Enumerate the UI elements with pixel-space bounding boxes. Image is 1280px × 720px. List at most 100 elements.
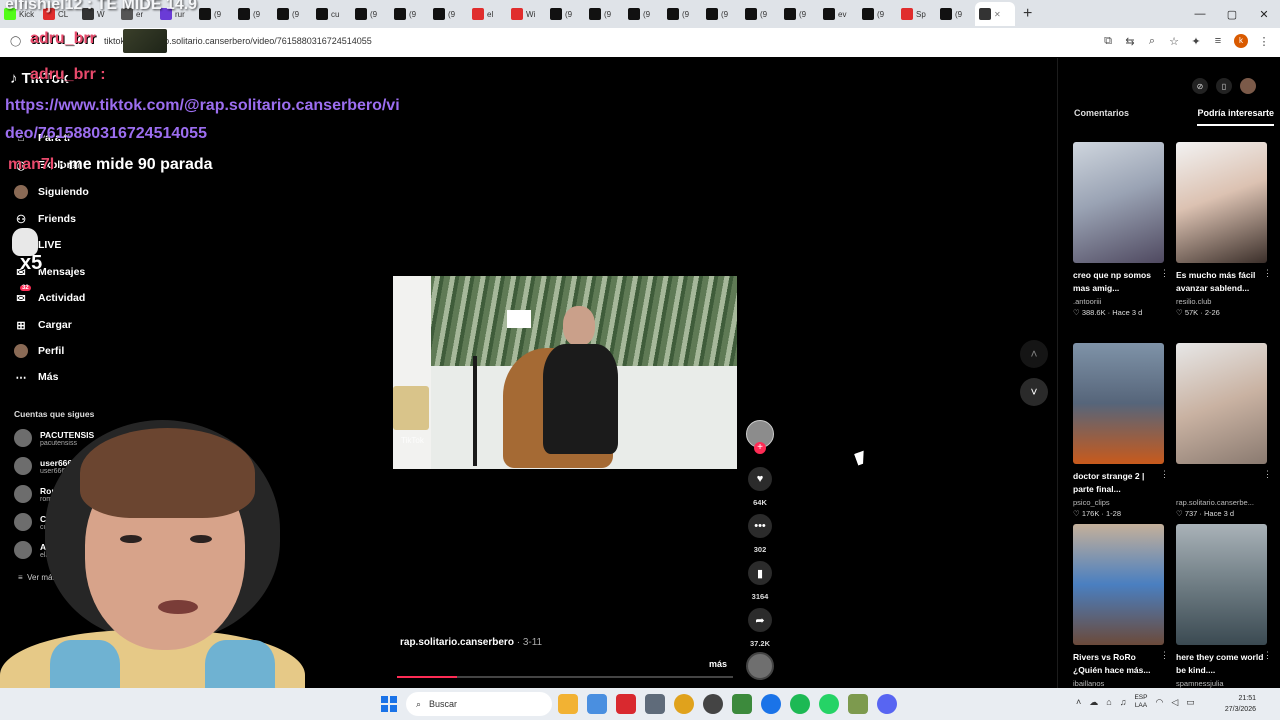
spotify-icon[interactable] [790,694,810,714]
chevron-up-tray-icon[interactable]: ˄ [1076,697,1081,707]
video-thumbnail[interactable] [1176,524,1267,645]
recommended-video-card[interactable]: ⋮ doctor strange 2 | parte final... psico_… [1073,343,1169,518]
browser-tab[interactable]: (9 [351,2,390,26]
recommended-video-card[interactable]: ⋮ Rivers vs RoRo ¿Quién hace más... ibaill… [1073,524,1169,688]
recommended-video-card[interactable]: ⋮ creo que np somos mas amig... .antooriii… [1073,142,1169,317]
browser-tab[interactable]: (9 [780,2,819,26]
browser-tab[interactable]: (9 [546,2,585,26]
discord-icon[interactable] [877,694,897,714]
more-options-icon[interactable]: ⋮ [1263,650,1272,661]
close-tab-icon[interactable]: ✕ [994,10,1001,19]
onedrive-icon[interactable]: ☁ [1089,697,1098,708]
office-icon[interactable] [616,694,636,714]
minimize-icon[interactable]: — [1184,8,1216,20]
new-tab-icon[interactable]: + [1023,5,1032,23]
device-icon[interactable]: ▯ [1216,78,1232,94]
video-thumbnail[interactable] [1176,343,1267,464]
windows-start-icon[interactable] [381,696,397,712]
browser-tab-active[interactable]: ✕ [975,2,1015,26]
more-options-icon[interactable]: ⋮ [1263,469,1272,480]
browser-tab[interactable]: Sp [897,2,936,26]
comment-icon[interactable]: ••• [748,514,772,538]
recommended-video-card[interactable]: ⋮ rap.solitario.canserbe... ♡ 737 · Hace 3… [1176,343,1272,518]
taskbar-clock[interactable]: 21:51 27/3/2026 [1225,693,1256,715]
obs-icon[interactable] [703,694,723,714]
bookmark-icon[interactable]: ▮ [748,561,772,585]
music-disc-icon[interactable] [746,652,774,680]
card-author[interactable]: resilio.club [1176,297,1268,306]
browser-tab[interactable]: ev [819,2,858,26]
reading-list-icon[interactable]: ≡ [1212,35,1224,47]
browser-tab[interactable]: (9 [741,2,780,26]
chevron-up-icon[interactable]: ˄ [1020,340,1048,368]
language-indicator[interactable]: ESP LAA [1134,694,1147,710]
video-player[interactable]: TikTok [393,276,737,469]
close-window-icon[interactable]: ✕ [1248,8,1280,21]
bookmark-star-icon[interactable]: ☆ [1168,35,1180,48]
share-arrow-icon[interactable]: ➦ [748,608,772,632]
chrome-active-icon[interactable] [761,694,781,714]
tab-comments[interactable]: Comentarios [1074,108,1129,126]
sidebar-item-m-s[interactable]: ⋯ Más [14,370,59,384]
card-author[interactable]: spamnessjulia [1176,679,1268,688]
more-description-button[interactable]: más [709,659,727,669]
browser-tab[interactable]: el [468,2,507,26]
video-author[interactable]: rap.solitario.canserbero [400,637,514,648]
browser-tab[interactable]: (9 [702,2,741,26]
site-info-icon[interactable]: ◯ [10,36,21,47]
video-thumbnail[interactable] [1073,142,1164,263]
network-icon[interactable]: ⌂ [1106,697,1111,707]
whatsapp-icon[interactable] [819,694,839,714]
recommended-video-card[interactable]: ⋮ Es mucho más fácil avanzar sablend... re… [1176,142,1272,317]
more-options-icon[interactable]: ⋮ [1160,650,1169,661]
sidebar-item-siguiendo[interactable]: Siguiendo [14,185,89,199]
maximize-icon[interactable]: ▢ [1216,8,1248,21]
cast-icon[interactable]: ⇆ [1124,35,1136,48]
sidebar-item-actividad[interactable]: ✉ 32 Actividad [14,285,85,305]
more-options-icon[interactable]: ⋮ [1263,268,1272,279]
sidebar-item-friends[interactable]: ⚇ Friends [14,212,76,226]
extensions-icon[interactable]: ✦ [1190,35,1202,48]
browser-tab[interactable]: (9 [936,2,975,26]
card-author[interactable]: .antooriii [1073,297,1165,306]
file-explorer-icon[interactable] [558,694,578,714]
store-icon[interactable] [645,694,665,714]
browser-tab[interactable]: (9 [663,2,702,26]
video-progress-bar[interactable] [397,676,733,678]
more-options-icon[interactable]: ⋮ [1160,268,1169,279]
browser-tab[interactable]: (9 [858,2,897,26]
minecraft-launcher-icon[interactable] [848,694,868,714]
like-heart-icon[interactable]: ♥ [748,467,772,491]
tab-might-interest[interactable]: Podría interesarte [1197,108,1274,126]
taskbar-search[interactable]: ⌕ Buscar [406,692,552,716]
card-author[interactable]: ibaillanos [1073,679,1165,688]
volume-icon[interactable]: ◁ [1171,697,1178,708]
follow-plus-icon[interactable]: + [754,442,766,454]
card-author[interactable]: rap.solitario.canserbe... [1176,498,1268,507]
browser-tab[interactable]: Wi [507,2,546,26]
video-thumbnail[interactable] [1176,142,1267,263]
more-options-icon[interactable]: ⋮ [1160,469,1169,480]
zoom-icon[interactable]: ⌕ [1146,35,1158,48]
sidebar-item-perfil[interactable]: Perfil [14,344,64,358]
coins-icon[interactable]: ⊘ [1192,78,1208,94]
browser-tab[interactable]: (9 [273,2,312,26]
chrome-icon[interactable] [674,694,694,714]
video-thumbnail[interactable] [1073,524,1164,645]
browser-tab[interactable]: (9 [429,2,468,26]
profile-avatar[interactable]: k [1234,34,1248,48]
browser-tab[interactable]: (9 [624,2,663,26]
card-author[interactable]: psico_clips [1073,498,1165,507]
minecraft-icon[interactable] [732,694,752,714]
video-thumbnail[interactable] [1073,343,1164,464]
battery-icon[interactable]: ▭ [1186,697,1195,708]
browser-tab[interactable]: (9 [195,2,234,26]
copilot-icon[interactable] [587,694,607,714]
menu-icon[interactable]: ⋮ [1258,35,1270,48]
wifi-icon[interactable]: ◠ [1155,697,1163,708]
mic-icon[interactable]: ♫ [1120,697,1127,707]
browser-tab[interactable]: (9 [234,2,273,26]
video-author-line[interactable]: rap.solitario.canserbero · 3-11 [400,637,542,648]
user-avatar[interactable] [1240,78,1256,94]
browser-tab[interactable]: cu [312,2,351,26]
